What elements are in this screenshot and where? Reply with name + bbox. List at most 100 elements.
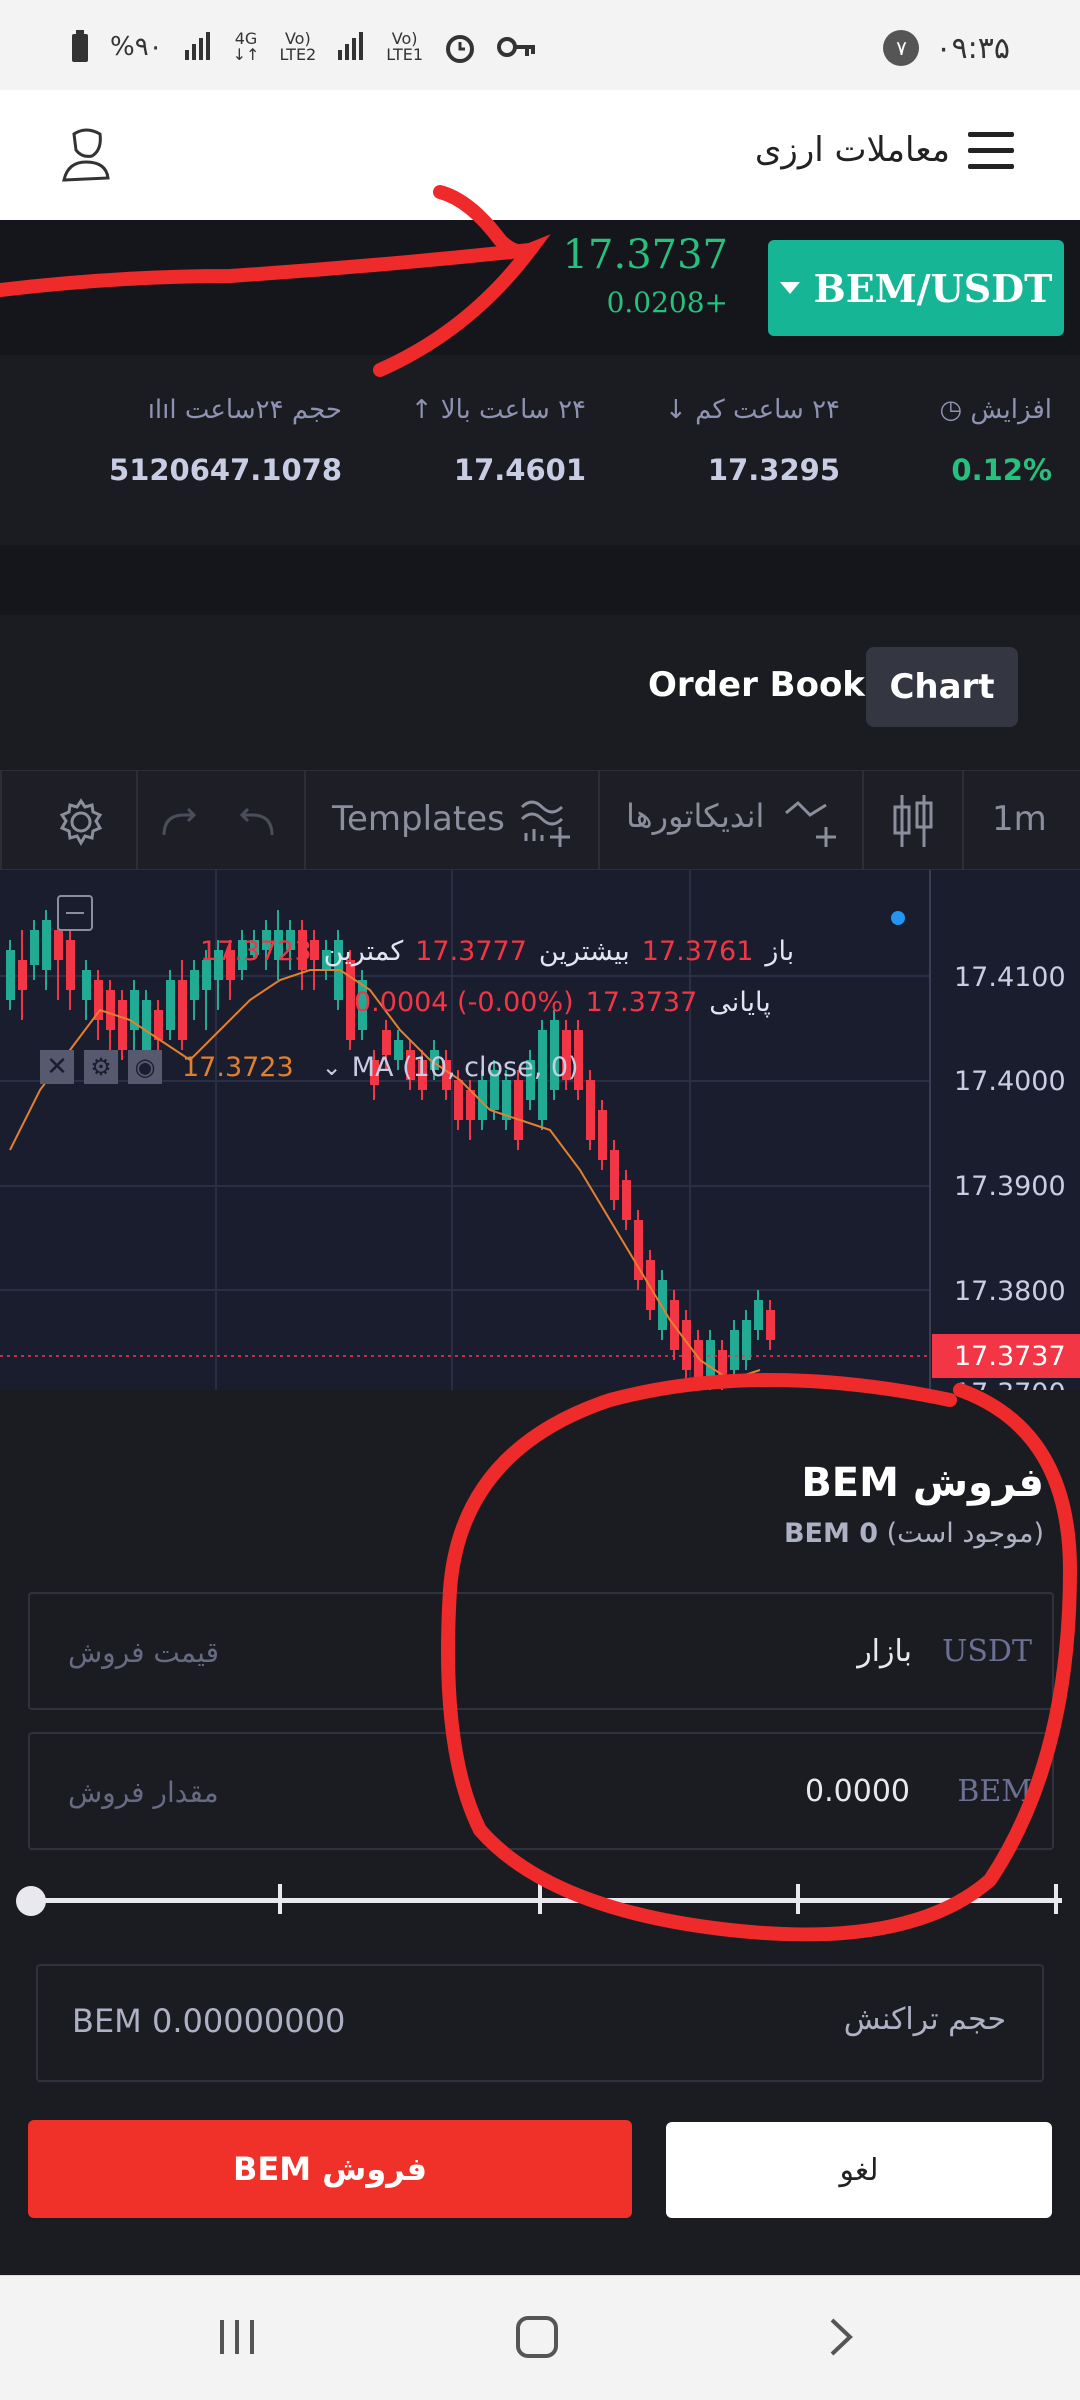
tab-order-book[interactable]: Order Book xyxy=(648,665,865,705)
candles-group xyxy=(6,910,775,1390)
templates-icon[interactable] xyxy=(516,793,576,853)
notification-badge: ۷ xyxy=(883,30,920,66)
candle-body xyxy=(454,1080,463,1120)
slider-track[interactable] xyxy=(32,1898,1062,1903)
signal-icon-2 xyxy=(338,32,364,60)
stat-24h-high: ۲۴ ساعت بالا ↑ 17.4601 xyxy=(411,395,586,487)
interval-selector[interactable]: 1m xyxy=(992,799,1047,839)
stat-value: 17.3295 xyxy=(707,453,840,487)
network-type-label: 4G ↓↑ xyxy=(232,29,260,64)
page-title: معاملات ارزی xyxy=(754,130,950,170)
amount-percent-slider[interactable] xyxy=(16,1880,1062,1920)
candle-body xyxy=(154,1010,163,1040)
battery-percent: %۹۰ xyxy=(110,32,163,62)
stat-change: افزایش ◷ 0.12% xyxy=(939,395,1052,487)
price-axis-label: 17.3800 xyxy=(954,1276,1066,1307)
price-unit: USDT xyxy=(942,1634,1032,1669)
price-axis-label: 17.4000 xyxy=(954,1066,1066,1097)
templates-label[interactable]: Templates xyxy=(332,799,505,839)
candle-body xyxy=(622,1180,631,1220)
candle-body xyxy=(658,1280,667,1330)
cancel-button[interactable]: لغو xyxy=(666,2122,1052,2218)
app-bar: معاملات ارزی xyxy=(0,90,1080,220)
price-chart[interactable]: 17.4100 17.4000 17.3900 17.3800 17.3737 … xyxy=(0,870,1080,1390)
remove-indicator-icon[interactable]: ✕ xyxy=(40,1050,74,1084)
ma-indicator-label: MA (10, close, 0) xyxy=(351,1051,579,1083)
ohlc-low-value: 17.3723 xyxy=(200,936,312,967)
home-icon[interactable] xyxy=(514,2314,560,2360)
ohlc-open-label: باز xyxy=(765,936,795,967)
ohlc-high-value: 17.3777 xyxy=(415,936,527,967)
slider-handle[interactable] xyxy=(16,1886,46,1916)
clock: ۰۹:۳۵ xyxy=(935,30,1010,66)
indicators-icon[interactable] xyxy=(782,793,842,853)
ticker-bar: 17.3737 0.0208+ BEM/USDT xyxy=(0,220,1080,355)
lte2-label: Vo) LTE2 xyxy=(279,29,317,64)
slider-tick[interactable] xyxy=(796,1884,800,1914)
transaction-volume-box: حجم تراکنش BEM 0.00000000 xyxy=(36,1964,1044,2082)
clock-icon: ◷ xyxy=(939,395,963,425)
ohlc-change-value: 0.0004 (-0.00%) xyxy=(354,987,574,1018)
price-axis-label: 17.3900 xyxy=(954,1171,1066,1202)
price-axis-labels: 17.4100 17.4000 17.3900 17.3800 xyxy=(954,962,1066,1307)
amount-value: 0.0000 xyxy=(805,1774,910,1809)
redo-icon[interactable] xyxy=(160,805,200,839)
candle-body xyxy=(166,980,175,1030)
candle-body xyxy=(586,1080,595,1140)
candle-body xyxy=(514,1080,523,1140)
stat-value: 17.4601 xyxy=(453,453,586,487)
divider-strip xyxy=(0,545,1080,615)
chevron-down-icon[interactable]: ⌄ xyxy=(322,1053,342,1081)
current-price-tag: 17.3737 xyxy=(954,1341,1066,1372)
price-mode-value[interactable]: بازار xyxy=(857,1634,912,1669)
candle-body xyxy=(598,1110,607,1160)
undo-icon[interactable] xyxy=(236,805,276,839)
pair-selector-button[interactable]: BEM/USDT xyxy=(768,240,1064,336)
volume-value: BEM 0.00000000 xyxy=(72,2002,346,2040)
live-indicator-dot xyxy=(891,911,905,925)
slider-tick[interactable] xyxy=(538,1884,542,1914)
back-icon[interactable] xyxy=(818,2314,864,2360)
price-axis-label: 17.3700 xyxy=(954,1378,1066,1390)
slider-tick[interactable] xyxy=(278,1884,282,1914)
ohlc-open-value: 17.3761 xyxy=(641,936,754,967)
stat-label: ۲۴ ساعت بالا ↑ xyxy=(410,395,586,425)
sell-amount-input[interactable] xyxy=(68,1764,488,1820)
candle-body xyxy=(730,1330,739,1370)
candle-body xyxy=(754,1300,763,1330)
last-price: 17.3737 xyxy=(562,232,728,278)
candlestick-type-icon[interactable] xyxy=(892,791,936,851)
slider-tick[interactable] xyxy=(1054,1884,1058,1914)
stat-value: 5120647.1078 xyxy=(109,453,342,487)
amount-unit: BEM xyxy=(957,1774,1032,1809)
candle-body xyxy=(82,970,91,1000)
system-nav-bar xyxy=(0,2275,1080,2400)
alarm-icon xyxy=(446,35,475,63)
candle-body xyxy=(18,960,27,990)
candle-body xyxy=(66,940,75,990)
stat-value: 0.12% xyxy=(951,453,1052,487)
settings-gear-icon[interactable] xyxy=(56,797,106,847)
caret-down-icon xyxy=(779,282,800,294)
ohlc-close-value: 17.3737 xyxy=(585,987,698,1018)
candle-body xyxy=(610,1150,619,1200)
stat-24h-volume: حجم ۲۴ساعت ılıl 5120647.1078 xyxy=(109,395,342,487)
toggle-visibility-icon[interactable]: ◉ xyxy=(128,1050,162,1084)
candle-body xyxy=(694,1340,703,1385)
sell-button[interactable]: فروش BEM xyxy=(28,2120,632,2218)
recent-apps-icon[interactable] xyxy=(214,2314,260,2360)
ma-legend-controls: ✕ ⚙ ◉ 17.3723 ⌄ MA (10, close, 0) xyxy=(40,1050,579,1084)
hamburger-menu-icon[interactable] xyxy=(968,132,1014,172)
candle-body xyxy=(42,920,51,970)
candle-body xyxy=(646,1260,655,1310)
indicators-label[interactable]: اندیکاتورها xyxy=(626,797,764,835)
sell-price-input[interactable] xyxy=(68,1624,488,1680)
indicator-settings-icon[interactable]: ⚙ xyxy=(84,1050,118,1084)
lte1-label: Vo) LTE1 xyxy=(386,29,424,64)
ohlc-high-label: بیشترین xyxy=(538,936,630,967)
market-stats: افزایش ◷ 0.12% ۲۴ ساعت کم ↓ 17.3295 ۲۴ س… xyxy=(16,355,1080,545)
tab-chart[interactable]: Chart xyxy=(866,647,1018,727)
available-note: (موجود است) xyxy=(886,1518,1044,1549)
price-change: 0.0208+ xyxy=(606,286,728,319)
user-profile-icon[interactable] xyxy=(60,128,112,184)
